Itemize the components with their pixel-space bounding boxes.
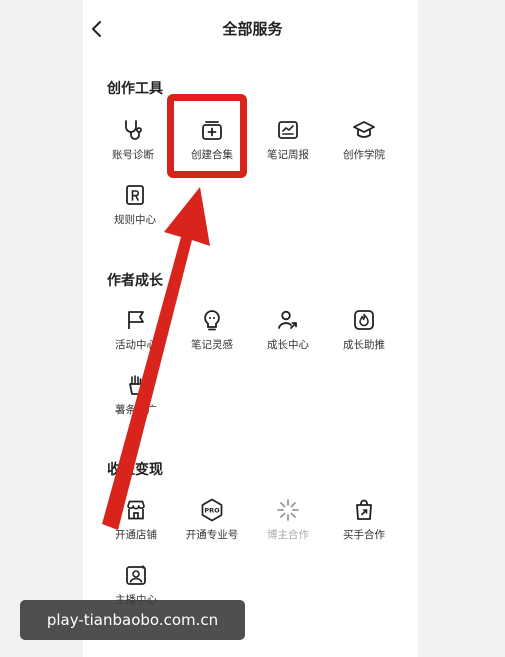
item-label: 买手合作: [343, 529, 385, 541]
inspiration-icon: [204, 310, 220, 331]
section-title-monetization: 收益变现: [107, 462, 163, 478]
rules-icon: [126, 185, 144, 205]
page-title: 全部服务: [222, 20, 283, 38]
item-label: 规则中心: [114, 214, 156, 226]
sparkle-icon: [277, 499, 299, 521]
shopping-bag-icon: [356, 499, 372, 520]
item-growth-boost[interactable]: 成长助推: [324, 308, 404, 368]
item-fries-promotion[interactable]: 薯条推广: [96, 373, 176, 433]
item-label: 活动中心: [115, 339, 157, 351]
weekly-report-icon: [278, 121, 298, 139]
item-note-inspiration[interactable]: 笔记灵感: [172, 308, 252, 368]
item-open-store[interactable]: 开通店铺: [96, 498, 176, 558]
item-creation-academy[interactable]: 创作学院: [324, 118, 404, 178]
streamer-icon: [126, 564, 146, 585]
graduation-cap-icon: [353, 121, 375, 138]
item-rules-center[interactable]: 规则中心: [95, 183, 175, 243]
item-label: 开通店铺: [115, 529, 157, 541]
item-blogger-cooperation[interactable]: 博主合作: [248, 498, 328, 558]
fries-icon: [129, 375, 143, 395]
item-growth-center[interactable]: 成长中心: [248, 308, 328, 368]
item-label: 笔记灵感: [191, 339, 233, 351]
item-create-collection[interactable]: 创建合集: [172, 118, 252, 178]
item-label: 成长助推: [343, 339, 385, 351]
store-icon: [127, 500, 145, 520]
item-label: 创作学院: [343, 149, 385, 161]
add-collection-icon: [202, 121, 222, 140]
item-label: 博主合作: [267, 529, 309, 541]
svg-text:PRO: PRO: [204, 507, 220, 515]
flag-icon: [128, 311, 144, 329]
watermark: play-tianbaobo.com.cn: [20, 600, 245, 640]
pro-badge-icon: PRO: [201, 498, 223, 522]
item-label: 创建合集: [191, 149, 233, 161]
item-note-weekly-report[interactable]: 笔记周报: [248, 118, 328, 178]
item-label: 薯条推广: [115, 404, 157, 416]
item-label: 笔记周报: [267, 149, 309, 161]
section-title-author-growth: 作者成长: [107, 273, 163, 289]
header: 全部服务: [0, 0, 505, 60]
boost-icon: [354, 310, 374, 330]
item-open-pro-account[interactable]: PRO 开通专业号: [172, 498, 252, 558]
item-label: 账号诊断: [112, 149, 154, 161]
item-label: 成长中心: [267, 339, 309, 351]
stethoscope-icon: [125, 120, 142, 140]
item-activity-center[interactable]: 活动中心: [96, 308, 176, 368]
growth-icon: [278, 310, 297, 329]
section-title-creation-tools: 创作工具: [107, 81, 163, 97]
item-buyer-cooperation[interactable]: 买手合作: [324, 498, 404, 558]
item-account-diagnosis[interactable]: 账号诊断: [93, 118, 173, 178]
item-label: 开通专业号: [185, 529, 239, 541]
